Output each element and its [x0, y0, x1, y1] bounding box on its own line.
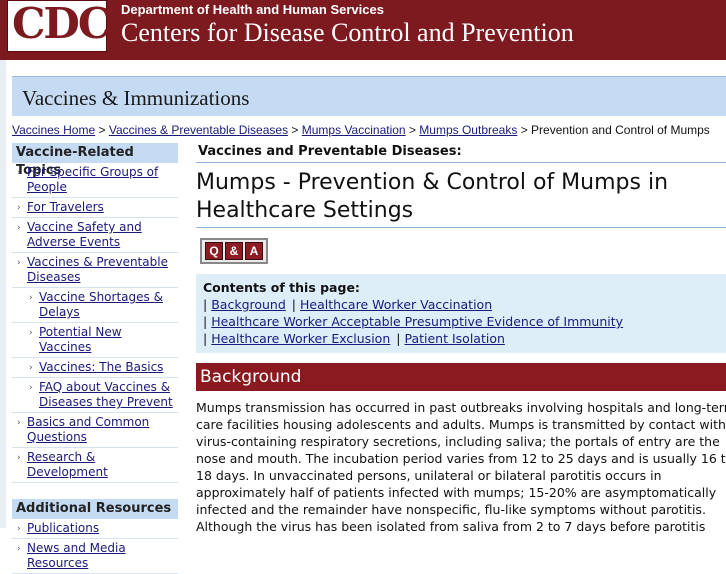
nav-heading-vaccine-topics: Vaccine-Related Topics [12, 143, 178, 178]
toc-divider: | [203, 314, 208, 329]
nav-subitem: › FAQ about Vaccines & Diseases they Prev… [12, 378, 178, 413]
page-kicker: Vaccines and Preventable Diseases: [196, 141, 726, 163]
chevron-right-icon: › [17, 168, 21, 178]
qa-badge[interactable]: Q & A [200, 238, 268, 264]
breadcrumb-link-mumps-vaccination[interactable]: Mumps Vaccination [302, 123, 406, 137]
breadcrumb-separator: > [520, 123, 528, 137]
chevron-right-icon: › [17, 203, 21, 213]
chevron-right-icon: › [17, 258, 21, 268]
nav-link-potential-new-vaccines[interactable]: Potential New Vaccines [39, 325, 122, 354]
nav-link-travelers[interactable]: For Travelers [27, 200, 104, 214]
left-stripe [0, 60, 6, 528]
toc-heading: Contents of this page: [203, 280, 360, 295]
cdc-logo[interactable]: CDC [7, 0, 111, 52]
chevron-right-icon: › [29, 363, 33, 373]
body-paragraph: Mumps transmission has occurred in past … [196, 400, 726, 534]
toc-row: | Background | Healthcare Worker Vaccinatio… [203, 296, 726, 313]
department-name[interactable]: Department of Health and Human Services [121, 2, 384, 17]
toc-row: | Healthcare Worker Exclusion | Patient Iso… [203, 330, 726, 347]
nav-item: › Basics and Common Questions [12, 413, 178, 448]
nav-list-topics: › For Specific Groups of People › For Trav… [12, 163, 178, 483]
chevron-right-icon: › [17, 544, 21, 554]
chevron-right-icon: › [29, 293, 33, 303]
breadcrumb-separator: > [291, 123, 299, 137]
nav-link-vaccines-preventable-diseases[interactable]: Vaccines & Preventable Diseases [27, 255, 168, 284]
nav-heading-additional-resources: Additional Resources [12, 499, 178, 519]
nav-link-specific-groups[interactable]: For Specific Groups of People [27, 165, 158, 194]
section-heading-background: Background [196, 363, 726, 391]
qa-badge-letter: & [225, 242, 243, 260]
left-navigation: Vaccine-Related Topics › For Specific Gro… [12, 143, 178, 574]
breadcrumb-link-mumps-outbreaks[interactable]: Mumps Outbreaks [419, 123, 517, 137]
toc-divider: | [291, 297, 297, 312]
breadcrumb-separator: > [408, 123, 416, 137]
nav-item: › Research & Development [12, 448, 178, 483]
nav-list-resources: › Publications › News and Media Resources [12, 519, 178, 574]
chevron-right-icon: › [17, 223, 21, 233]
main-content: Vaccines and Preventable Diseases: Mumps… [196, 141, 726, 535]
qa-badge-letter: A [245, 242, 263, 260]
nav-link-vaccines-basics[interactable]: Vaccines: The Basics [39, 360, 163, 374]
toc-link-hcw-evidence-immunity[interactable]: Healthcare Worker Acceptable Presumptive… [211, 314, 623, 329]
toc-row: | Healthcare Worker Acceptable Presumptiv… [203, 313, 726, 330]
chevron-right-icon: › [17, 418, 21, 428]
nav-link-basics-common-questions[interactable]: Basics and Common Questions [27, 415, 149, 444]
nav-item: › News and Media Resources [12, 539, 178, 574]
page-title: Mumps - Prevention & Control of Mumps in… [196, 169, 726, 228]
toc-divider: | [203, 297, 208, 312]
nav-link-research-development[interactable]: Research & Development [27, 450, 108, 479]
nav-link-faq-vaccines[interactable]: FAQ about Vaccines & Diseases they Preve… [39, 380, 173, 409]
nav-item: › Vaccine Safety and Adverse Events [12, 218, 178, 253]
nav-item: › For Specific Groups of People [12, 163, 178, 198]
breadcrumb: Vaccines Home > Vaccines & Preventable D… [12, 123, 710, 137]
toc-link-hcw-exclusion[interactable]: Healthcare Worker Exclusion [211, 331, 390, 346]
nav-item: › Publications [12, 519, 178, 539]
chevron-right-icon: › [29, 383, 33, 393]
breadcrumb-link-vaccines-preventable-diseases[interactable]: Vaccines & Preventable Diseases [109, 123, 288, 137]
nav-link-vaccine-safety[interactable]: Vaccine Safety and Adverse Events [27, 220, 142, 249]
nav-subitem: › Vaccines: The Basics [12, 358, 178, 378]
nav-link-news-media[interactable]: News and Media Resources [27, 541, 126, 570]
breadcrumb-separator: > [98, 123, 106, 137]
qa-badge-letter: Q [205, 242, 223, 260]
agency-name[interactable]: Centers for Disease Control and Preventi… [121, 18, 574, 48]
toc-link-background[interactable]: Background [211, 297, 286, 312]
toc-divider: | [203, 331, 208, 346]
cdc-logo-text: CDC [12, 0, 111, 48]
toc-link-patient-isolation[interactable]: Patient Isolation [404, 331, 504, 346]
breadcrumb-link-vaccines-home[interactable]: Vaccines Home [12, 123, 95, 137]
chevron-right-icon: › [17, 453, 21, 463]
nav-item: › For Travelers [12, 198, 178, 218]
nav-subitem: › Potential New Vaccines [12, 323, 178, 358]
toc-link-hcw-vaccination[interactable]: Healthcare Worker Vaccination [300, 297, 492, 312]
nav-subitem: › Vaccine Shortages & Delays [12, 288, 178, 323]
chevron-right-icon: › [17, 524, 21, 534]
nav-link-vaccine-shortages[interactable]: Vaccine Shortages & Delays [39, 290, 163, 319]
site-header: CDC Department of Health and Human Servi… [0, 0, 726, 60]
toc-divider: | [396, 331, 401, 346]
breadcrumb-current: Prevention and Control of Mumps [531, 123, 710, 137]
table-of-contents: Contents of this page: | Background | Healt… [196, 274, 726, 353]
chevron-right-icon: › [29, 328, 33, 338]
nav-link-publications[interactable]: Publications [27, 521, 99, 535]
nav-item: › Vaccines & Preventable Diseases [12, 253, 178, 288]
section-banner: Vaccines & Immunizations [12, 76, 726, 116]
banner-title: Vaccines & Immunizations [22, 86, 250, 110]
